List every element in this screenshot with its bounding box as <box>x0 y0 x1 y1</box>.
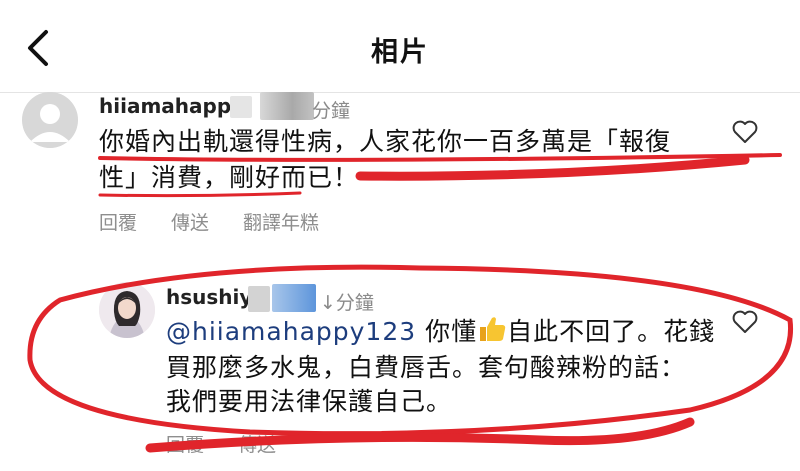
comment-text-line: 性」消費，剛好而已！ <box>99 163 360 192</box>
comment-text-line: 買那麼多水鬼，白費唇舌。套句酸辣粉的話： <box>166 353 687 382</box>
heart-outline-icon[interactable] <box>732 310 758 334</box>
avatar[interactable] <box>99 282 155 338</box>
heart-outline-icon[interactable] <box>732 120 758 144</box>
comment-text-line: @hiiamahappy123 你懂 自此不回了。花錢 <box>166 314 715 353</box>
comment-time: 分鐘 <box>312 100 351 122</box>
send-button[interactable]: 傳送 <box>171 208 209 235</box>
avatar-placeholder[interactable] <box>22 92 78 148</box>
thumbs-up-emoji <box>477 315 507 353</box>
translate-button[interactable]: 翻譯年糕 <box>243 208 319 235</box>
page-title: 相片 <box>371 37 429 68</box>
comment-text-line: 我們要用法律保護自己。 <box>166 387 453 416</box>
reply-button[interactable]: 回覆 <box>166 430 204 457</box>
send-button[interactable]: 傳送 <box>238 430 276 457</box>
redacted-mark <box>248 286 270 312</box>
comment-username[interactable]: hiiamahapp <box>99 94 231 118</box>
comment-username[interactable]: hsushiy <box>166 285 252 309</box>
comment-actions: 回覆 傳送 翻譯年糕 <box>99 208 319 235</box>
comment-text-fragment: 自此不回了。花錢 <box>507 317 716 346</box>
redacted-mark <box>272 284 316 312</box>
redacted-mark <box>230 96 252 118</box>
comment-actions: 回覆 傳送 <box>166 430 276 457</box>
default-avatar-icon <box>22 92 78 148</box>
redacted-mark <box>260 92 314 120</box>
profile-photo <box>99 282 155 338</box>
comment-text-line: 你婚內出軌還得性病，人家花你一百多萬是「報復 <box>99 127 672 156</box>
comment-time: ↓分鐘 <box>320 292 374 314</box>
red-underline <box>355 155 750 181</box>
reply-button[interactable]: 回覆 <box>99 208 137 235</box>
header-bar: 相片 <box>0 0 800 93</box>
mention-link[interactable]: @hiiamahappy123 <box>166 317 416 346</box>
comment-text-fragment: 你懂 <box>416 317 478 346</box>
